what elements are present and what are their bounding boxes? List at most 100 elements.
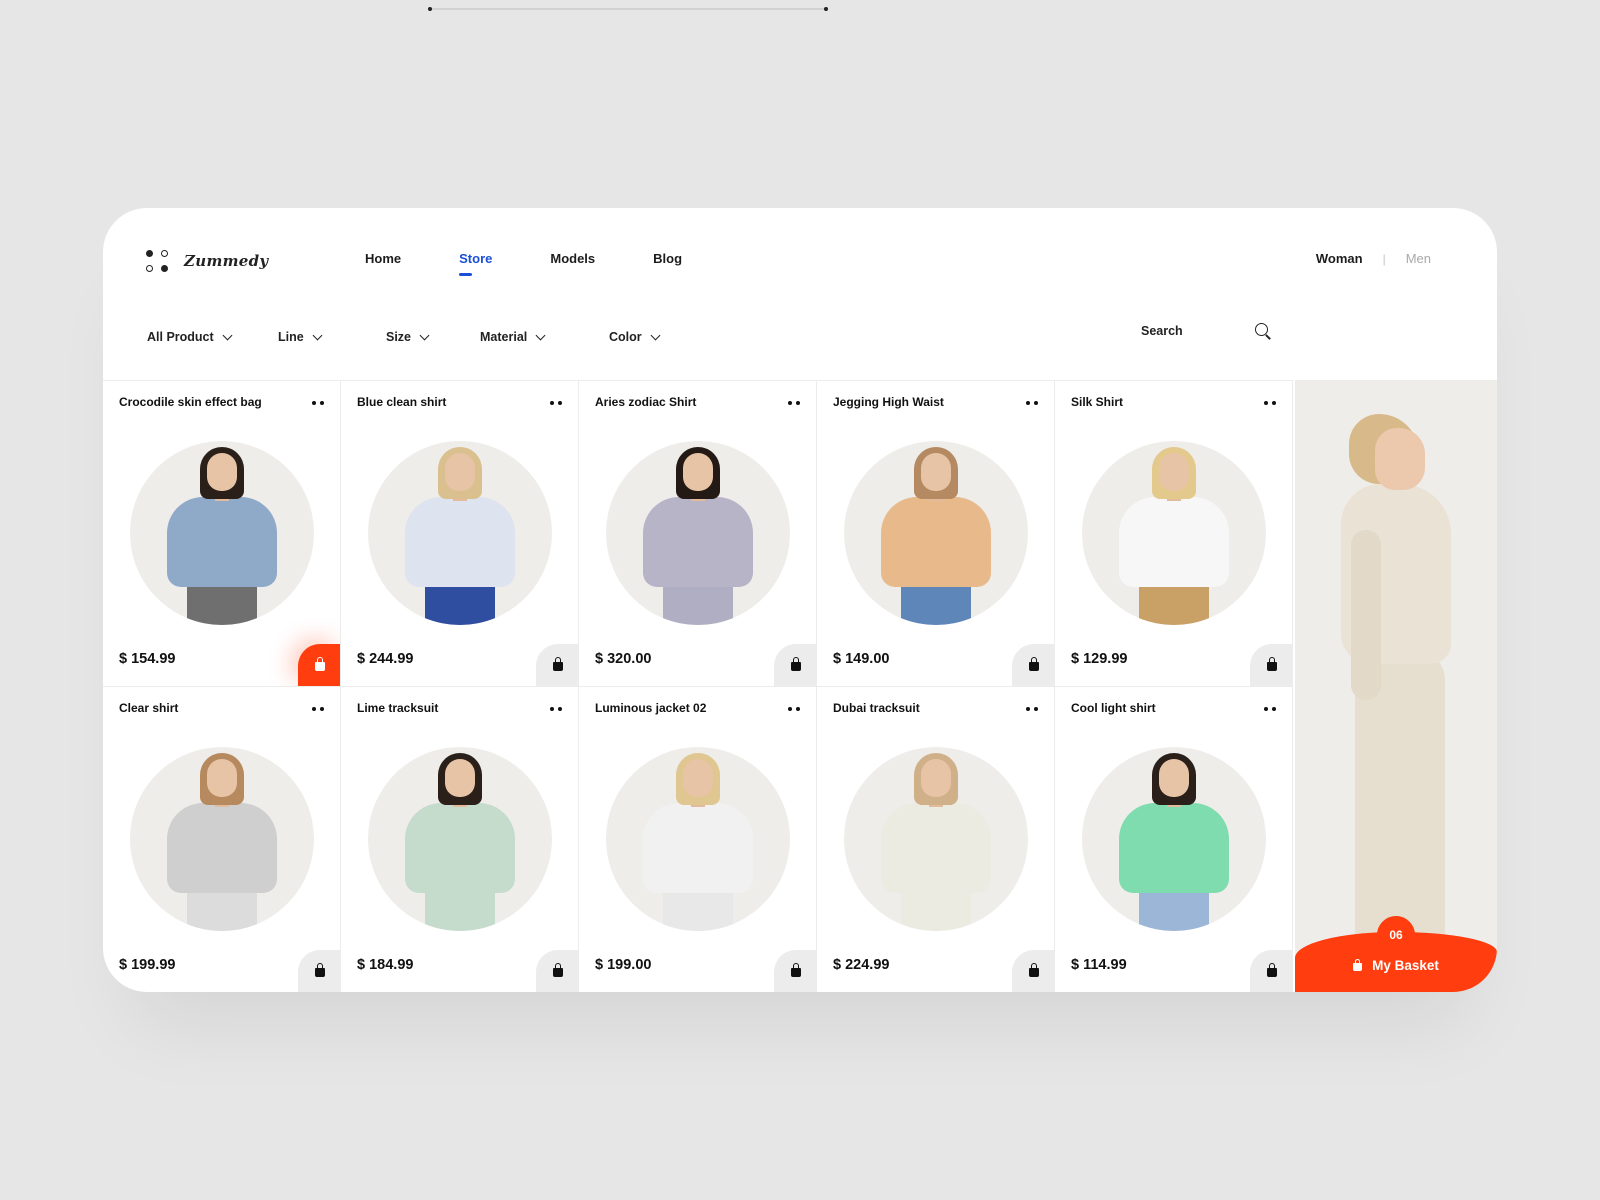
product-price: $ 199.99 [119,957,176,973]
filter-label: Material [480,330,528,344]
shopping-bag-icon [1029,963,1039,977]
product-card[interactable]: Lime tracksuit $ 184.99 [341,687,579,992]
product-card[interactable]: Jegging High Waist $ 149.00 [817,381,1055,687]
product-card[interactable]: Cool light shirt $ 114.99 [1055,687,1293,992]
product-price: $ 114.99 [1071,957,1127,973]
model-figure [130,441,314,625]
gender-woman-link[interactable]: Woman [1316,251,1363,266]
model-figure [1375,428,1425,490]
nav-item-home[interactable]: Home [365,251,401,266]
search-icon[interactable] [1255,323,1271,339]
add-to-cart-button[interactable] [298,644,340,686]
app-window: Zummedy Home Store Models Blog Woman | M… [103,208,1497,992]
chevron-down-icon [650,330,661,340]
product-image[interactable] [368,441,552,625]
more-options-icon[interactable] [550,707,562,711]
gender-men-link[interactable]: Men [1406,251,1431,266]
product-card[interactable]: Luminous jacket 02 $ 199.00 [579,687,817,992]
top-divider [428,7,828,11]
product-title: Aries zodiac Shirt [595,395,697,409]
product-image[interactable] [1082,441,1266,625]
product-image[interactable] [368,747,552,931]
nav-item-blog[interactable]: Blog [653,251,682,266]
add-to-cart-button[interactable] [298,950,340,992]
filter-all-product[interactable]: All Product [147,330,278,344]
add-to-cart-button[interactable] [1250,644,1292,686]
product-card[interactable]: Silk Shirt $ 129.99 [1055,381,1293,687]
product-image[interactable] [844,747,1028,931]
filter-line[interactable]: Line [278,330,386,344]
filter-material[interactable]: Material [480,330,609,344]
product-title: Luminous jacket 02 [595,701,707,715]
filter-label: Color [609,330,642,344]
product-price: $ 154.99 [119,651,176,667]
chevron-down-icon [222,330,233,340]
more-options-icon[interactable] [788,707,800,711]
nav-item-store[interactable]: Store [459,251,492,276]
filter-size[interactable]: Size [386,330,480,344]
basket-count-badge: 06 [1377,916,1415,954]
basket-label: My Basket [1295,958,1497,973]
product-image[interactable] [606,747,790,931]
basket-label-text: My Basket [1372,958,1439,973]
product-image[interactable] [844,441,1028,625]
more-options-icon[interactable] [312,401,324,405]
filter-label: Line [278,330,304,344]
shopping-bag-icon [791,963,801,977]
add-to-cart-button[interactable] [774,950,816,992]
shopping-bag-icon [791,657,801,671]
product-price: $ 224.99 [833,957,890,973]
more-options-icon[interactable] [1026,401,1038,405]
shopping-bag-icon [315,963,325,977]
product-card[interactable]: Aries zodiac Shirt $ 320.00 [579,381,817,687]
filter-color[interactable]: Color [609,330,661,344]
brand-logo[interactable]: Zummedy [146,250,268,272]
more-options-icon[interactable] [1264,707,1276,711]
shopping-bag-icon [553,963,563,977]
search-input[interactable] [1141,324,1241,338]
chevron-down-icon [535,330,546,340]
shopping-bag-icon [1353,959,1363,971]
nav-item-models[interactable]: Models [550,251,595,266]
add-to-cart-button[interactable] [536,644,578,686]
product-card[interactable]: Clear shirt $ 199.99 [103,687,341,992]
side-promo-panel: My Basket 06 [1295,380,1497,992]
model-figure [606,441,790,625]
add-to-cart-button[interactable] [1250,950,1292,992]
more-options-icon[interactable] [1264,401,1276,405]
filter-label: Size [386,330,412,344]
product-title: Cool light shirt [1071,701,1156,715]
product-card[interactable]: Dubai tracksuit $ 224.99 [817,687,1055,992]
filter-bar: All Product Line Size Material Color [147,330,661,344]
search-bar [1141,323,1271,339]
shopping-bag-icon [553,657,563,671]
shopping-bag-icon [1267,963,1277,977]
add-to-cart-button[interactable] [1012,950,1054,992]
more-options-icon[interactable] [550,401,562,405]
chevron-down-icon [419,330,430,340]
model-figure [606,747,790,931]
main-nav: Home Store Models Blog [365,251,740,276]
more-options-icon[interactable] [1026,707,1038,711]
add-to-cart-button[interactable] [774,644,816,686]
model-figure [1082,441,1266,625]
add-to-cart-button[interactable] [536,950,578,992]
product-card[interactable]: Blue clean shirt $ 244.99 [341,381,579,687]
product-image[interactable] [1082,747,1266,931]
product-title: Crocodile skin effect bag [119,395,262,409]
product-card[interactable]: Crocodile skin effect bag $ 154.99 [103,381,341,687]
more-options-icon[interactable] [312,707,324,711]
product-image[interactable] [130,441,314,625]
brand-name: Zummedy [184,252,269,270]
model-figure [130,747,314,931]
model-figure [1082,747,1266,931]
product-image[interactable] [130,747,314,931]
four-dots-logo-icon [146,250,168,272]
product-price: $ 199.00 [595,957,652,973]
product-price: $ 184.99 [357,957,414,973]
shopping-bag-icon [1267,657,1277,671]
product-image[interactable] [606,441,790,625]
more-options-icon[interactable] [788,401,800,405]
add-to-cart-button[interactable] [1012,644,1054,686]
product-title: Blue clean shirt [357,395,447,409]
